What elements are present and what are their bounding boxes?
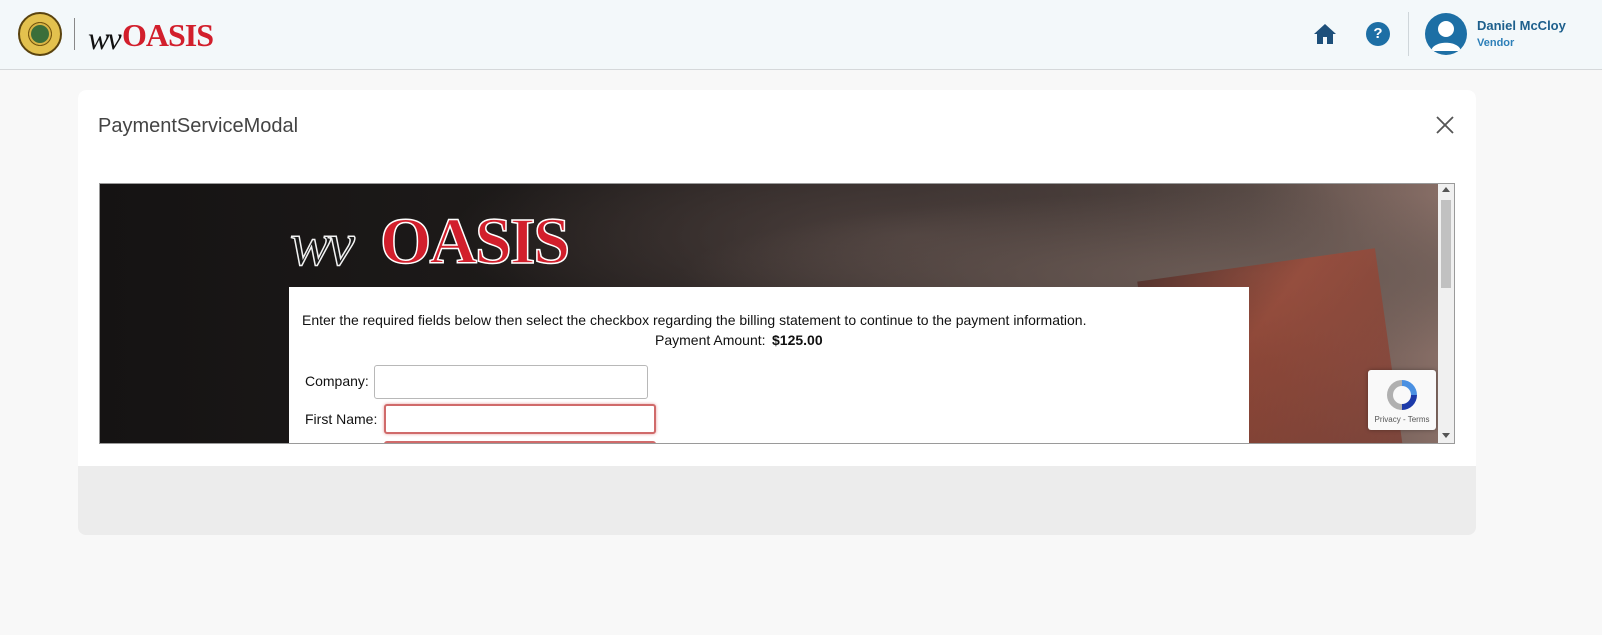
payment-service-modal: PaymentServiceModal wv OASIS Enter the r… [78, 90, 1476, 535]
company-label: Company: [305, 373, 369, 389]
payment-form: Enter the required fields below then sel… [289, 287, 1249, 443]
state-seal-icon [18, 12, 62, 56]
modal-header: PaymentServiceModal [78, 90, 1476, 162]
company-input[interactable] [374, 365, 648, 399]
iframe-wvoasis-logo: wv OASIS [289, 198, 630, 280]
last-name-input[interactable] [384, 441, 656, 443]
first-name-label: First Name: [305, 411, 378, 427]
modal-body: wv OASIS Enter the required fields below… [78, 162, 1476, 466]
home-icon[interactable] [1312, 22, 1338, 46]
help-icon[interactable]: ? [1366, 22, 1390, 46]
scroll-thumb[interactable] [1441, 200, 1451, 288]
iframe-logo-oasis-text: OASIS [379, 204, 571, 279]
payment-amount-label: Payment Amount: [655, 332, 766, 348]
scroll-up-arrow-icon[interactable] [1442, 187, 1450, 192]
user-name[interactable]: Daniel McCloy [1477, 18, 1566, 33]
modal-title: PaymentServiceModal [98, 115, 299, 137]
top-header: wv OASIS ? Daniel McCloy Vendor [0, 0, 1602, 70]
iframe-logo-wv-text: wv [289, 210, 355, 280]
payment-iframe[interactable]: wv OASIS Enter the required fields below… [99, 183, 1455, 444]
form-instructions: Enter the required fields below then sel… [302, 312, 1087, 328]
logo-wv-text: wv [88, 20, 122, 56]
header-divider [1408, 12, 1409, 56]
recaptcha-icon [1387, 380, 1417, 410]
recaptcha-badge[interactable]: Privacy - Terms [1368, 370, 1436, 430]
recaptcha-privacy-terms[interactable]: Privacy - Terms [1368, 415, 1436, 424]
close-icon[interactable] [1433, 113, 1457, 137]
payment-amount-value: $125.00 [772, 332, 823, 348]
scroll-down-arrow-icon[interactable] [1442, 433, 1450, 438]
logo-oasis-text: OASIS [122, 17, 214, 53]
first-name-input[interactable] [384, 404, 656, 434]
user-role: Vendor [1477, 37, 1515, 49]
logo-divider [74, 18, 75, 50]
user-avatar-icon[interactable] [1425, 13, 1467, 55]
iframe-scrollbar[interactable] [1438, 184, 1454, 443]
